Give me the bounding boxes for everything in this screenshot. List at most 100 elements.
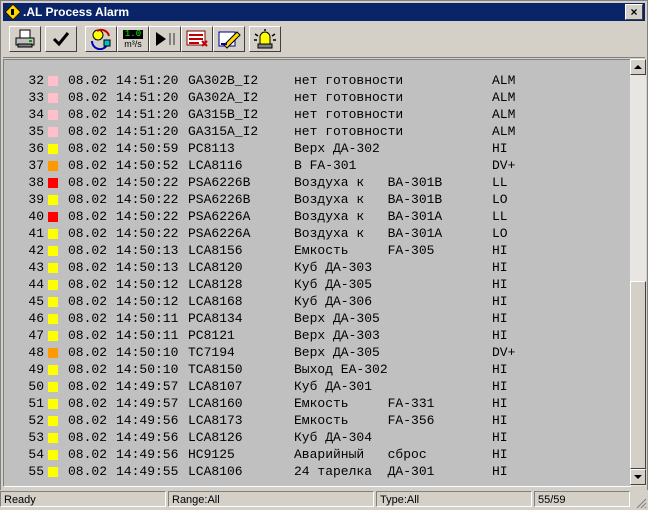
alarm-time: 14:49:55 [116,464,179,479]
alarm-state: HI [492,464,508,479]
alarm-time: 14:51:20 [116,107,179,122]
close-button[interactable]: × [625,4,643,20]
alarm-description: Верх ДА-303 [294,328,380,343]
alarm-state: LO [492,192,508,207]
alarm-row[interactable]: 45 08.02 14:50:12 LCA8168 Куб ДА-306 HI [4,293,630,310]
alarm-row[interactable]: 40 08.02 14:50:22 PSA6226A Воздуха к BA-301A… [4,208,630,225]
alarm-date: 08.02 [68,464,108,479]
alarm-row[interactable]: 53 08.02 14:49:56 LCA8126 Куб ДА-304 HI [4,429,630,446]
alarm-number: 38 [28,175,44,190]
alarm-date: 08.02 [68,73,108,88]
priority-indicator [48,178,58,188]
alarm-description: Куб ДА-306 [294,294,373,309]
alarm-row[interactable]: 41 08.02 14:50:22 PSA6226A Воздуха к BA-301A… [4,225,630,242]
alarm-row[interactable]: 46 08.02 14:50:11 PCA8134 Верх ДА-305 HI [4,310,630,327]
print-button[interactable] [9,26,41,52]
alarm-tag: PSA6226B [188,192,251,207]
warning-icon [4,3,22,21]
alarm-row[interactable]: 47 08.02 14:50:11 PC8121 Верх ДА-303 HI [4,327,630,344]
priority-indicator [48,212,58,222]
alarm-date: 08.02 [68,141,108,156]
acknowledge-button[interactable] [45,26,77,52]
refresh-button[interactable] [85,26,117,52]
units-display-icon: 1.0 [122,28,144,39]
alarm-date: 08.02 [68,328,108,343]
alarm-description: Верх ДА-305 [294,345,380,360]
alarm-description: Емкость FA-356 [294,413,435,428]
alarm-row[interactable]: 39 08.02 14:50:22 PSA6226B Воздуха к BA-301B… [4,191,630,208]
resize-grip-icon[interactable] [635,497,647,509]
alarm-tag: LCA8116 [188,158,243,173]
alarm-row[interactable]: 33 08.02 14:51:20 GA302A_I2 нет готовности AL… [4,89,630,106]
title-bar[interactable]: .AL Process Alarm × [3,3,645,21]
alarm-row[interactable]: 48 08.02 14:50:10 TC7194 Верх ДА-305 DV+ [4,344,630,361]
alarm-lamp-button[interactable] [249,26,281,52]
priority-indicator [48,382,58,392]
window-title: .AL Process Alarm [23,5,130,19]
alarm-state: LL [492,175,508,190]
alarm-row[interactable]: 36 08.02 14:50:59 PC8113 Верх ДА-302 HI [4,140,630,157]
alarm-row[interactable]: 42 08.02 14:50:13 LCA8156 Емкость FA-305 HI [4,242,630,259]
alarm-row[interactable]: 34 08.02 14:51:20 GA315B_I2 нет готовности AL… [4,106,630,123]
scroll-thumb[interactable] [630,281,646,469]
scroll-down-button[interactable] [630,469,646,485]
alarm-list[interactable]: 32 08.02 14:51:20 GA302B_I2 нет готовности AL… [3,59,631,487]
status-ready: Ready [0,491,166,507]
priority-indicator [48,263,58,273]
alarm-number: 48 [28,345,44,360]
alarm-row[interactable]: 38 08.02 14:50:22 PSA6226B Воздуха к BA-301B… [4,174,630,191]
alarm-number: 36 [28,141,44,156]
alarm-state: HI [492,311,508,326]
alarm-row[interactable]: 55 08.02 14:49:55 LCA8106 24 тарелка ДА-301 H… [4,463,630,480]
alarm-date: 08.02 [68,260,108,275]
alarm-date: 08.02 [68,345,108,360]
alarm-number: 43 [28,260,44,275]
alarm-number: 49 [28,362,44,377]
alarm-number: 40 [28,209,44,224]
alarm-date: 08.02 [68,243,108,258]
alarm-date: 08.02 [68,90,108,105]
alarm-number: 42 [28,243,44,258]
alarm-row[interactable]: 37 08.02 14:50:52 LCA8116 В FA-301 DV+ [4,157,630,174]
priority-indicator [48,127,58,137]
alarm-state: HI [492,379,508,394]
alarm-list-button[interactable] [181,26,213,52]
vertical-scrollbar[interactable] [630,59,646,486]
priority-indicator [48,246,58,256]
alarm-description: нет готовности [294,124,404,139]
priority-indicator [48,314,58,324]
alarm-row[interactable]: 35 08.02 14:51:20 GA315A_I2 нет готовности AL… [4,123,630,140]
alarm-state: HI [492,260,508,275]
alarm-tag: GA302B_I2 [188,73,259,88]
alarm-number: 52 [28,413,44,428]
alarm-number: 55 [28,464,44,479]
alarm-number: 33 [28,90,44,105]
priority-indicator [48,93,58,103]
alarm-time: 14:50:52 [116,158,179,173]
alarm-row[interactable]: 50 08.02 14:49:57 LCA8107 Куб ДА-301 HI [4,378,630,395]
alarm-state: HI [492,447,508,462]
alarm-number: 46 [28,311,44,326]
scroll-up-button[interactable] [630,59,646,75]
alarm-time: 14:50:22 [116,209,179,224]
edit-button[interactable] [213,26,245,52]
alarm-number: 35 [28,124,44,139]
alarm-row[interactable]: 52 08.02 14:49:56 LCA8173 Емкость FA-356 HI [4,412,630,429]
alarm-description: В FA-301 [294,158,357,173]
play-pause-button[interactable] [149,26,181,52]
alarm-row[interactable]: 51 08.02 14:49:57 LCA8160 Емкость FA-331 HI [4,395,630,412]
alarm-number: 51 [28,396,44,411]
alarm-description: Воздуха к BA-301A [294,209,443,224]
alarm-description: Верх ДА-305 [294,311,380,326]
alarm-state: HI [492,243,508,258]
alarm-tag: LCA8120 [188,260,243,275]
checkmark-icon [52,32,70,47]
alarm-row[interactable]: 49 08.02 14:50:10 TCA8150 Выход ЕА-302 HI [4,361,630,378]
alarm-row[interactable]: 54 08.02 14:49:56 HC9125 Аварийный сброс HI [4,446,630,463]
alarm-row[interactable]: 44 08.02 14:50:12 LCA8128 Куб ДА-305 HI [4,276,630,293]
priority-indicator [48,450,58,460]
alarm-row[interactable]: 32 08.02 14:51:20 GA302B_I2 нет готовности AL… [4,72,630,89]
units-button[interactable]: 1.0 m³/s [117,26,149,52]
alarm-row[interactable]: 43 08.02 14:50:13 LCA8120 Куб ДА-303 HI [4,259,630,276]
alarm-description: Куб ДА-304 [294,430,373,445]
